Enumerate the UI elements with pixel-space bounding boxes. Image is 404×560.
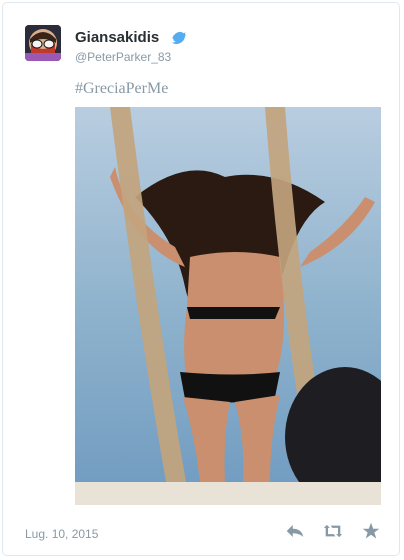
retweet-icon[interactable] [323,521,343,541]
user-handle[interactable]: @PeterParker_83 [75,50,171,64]
tweet-actions [285,521,381,541]
verified-badge-icon [171,30,187,46]
tweet-timestamp[interactable]: Lug. 10, 2015 [25,527,98,541]
tweet-photo[interactable] [75,107,381,505]
tweet-card: Giansakidis @PeterParker_83 #GreciaPerMe [2,2,400,556]
hashtag-link[interactable]: #GreciaPerMe [75,80,168,98]
star-icon[interactable] [361,521,381,541]
reply-icon[interactable] [285,521,305,541]
avatar[interactable] [25,25,61,61]
display-name[interactable]: Giansakidis [75,29,159,46]
